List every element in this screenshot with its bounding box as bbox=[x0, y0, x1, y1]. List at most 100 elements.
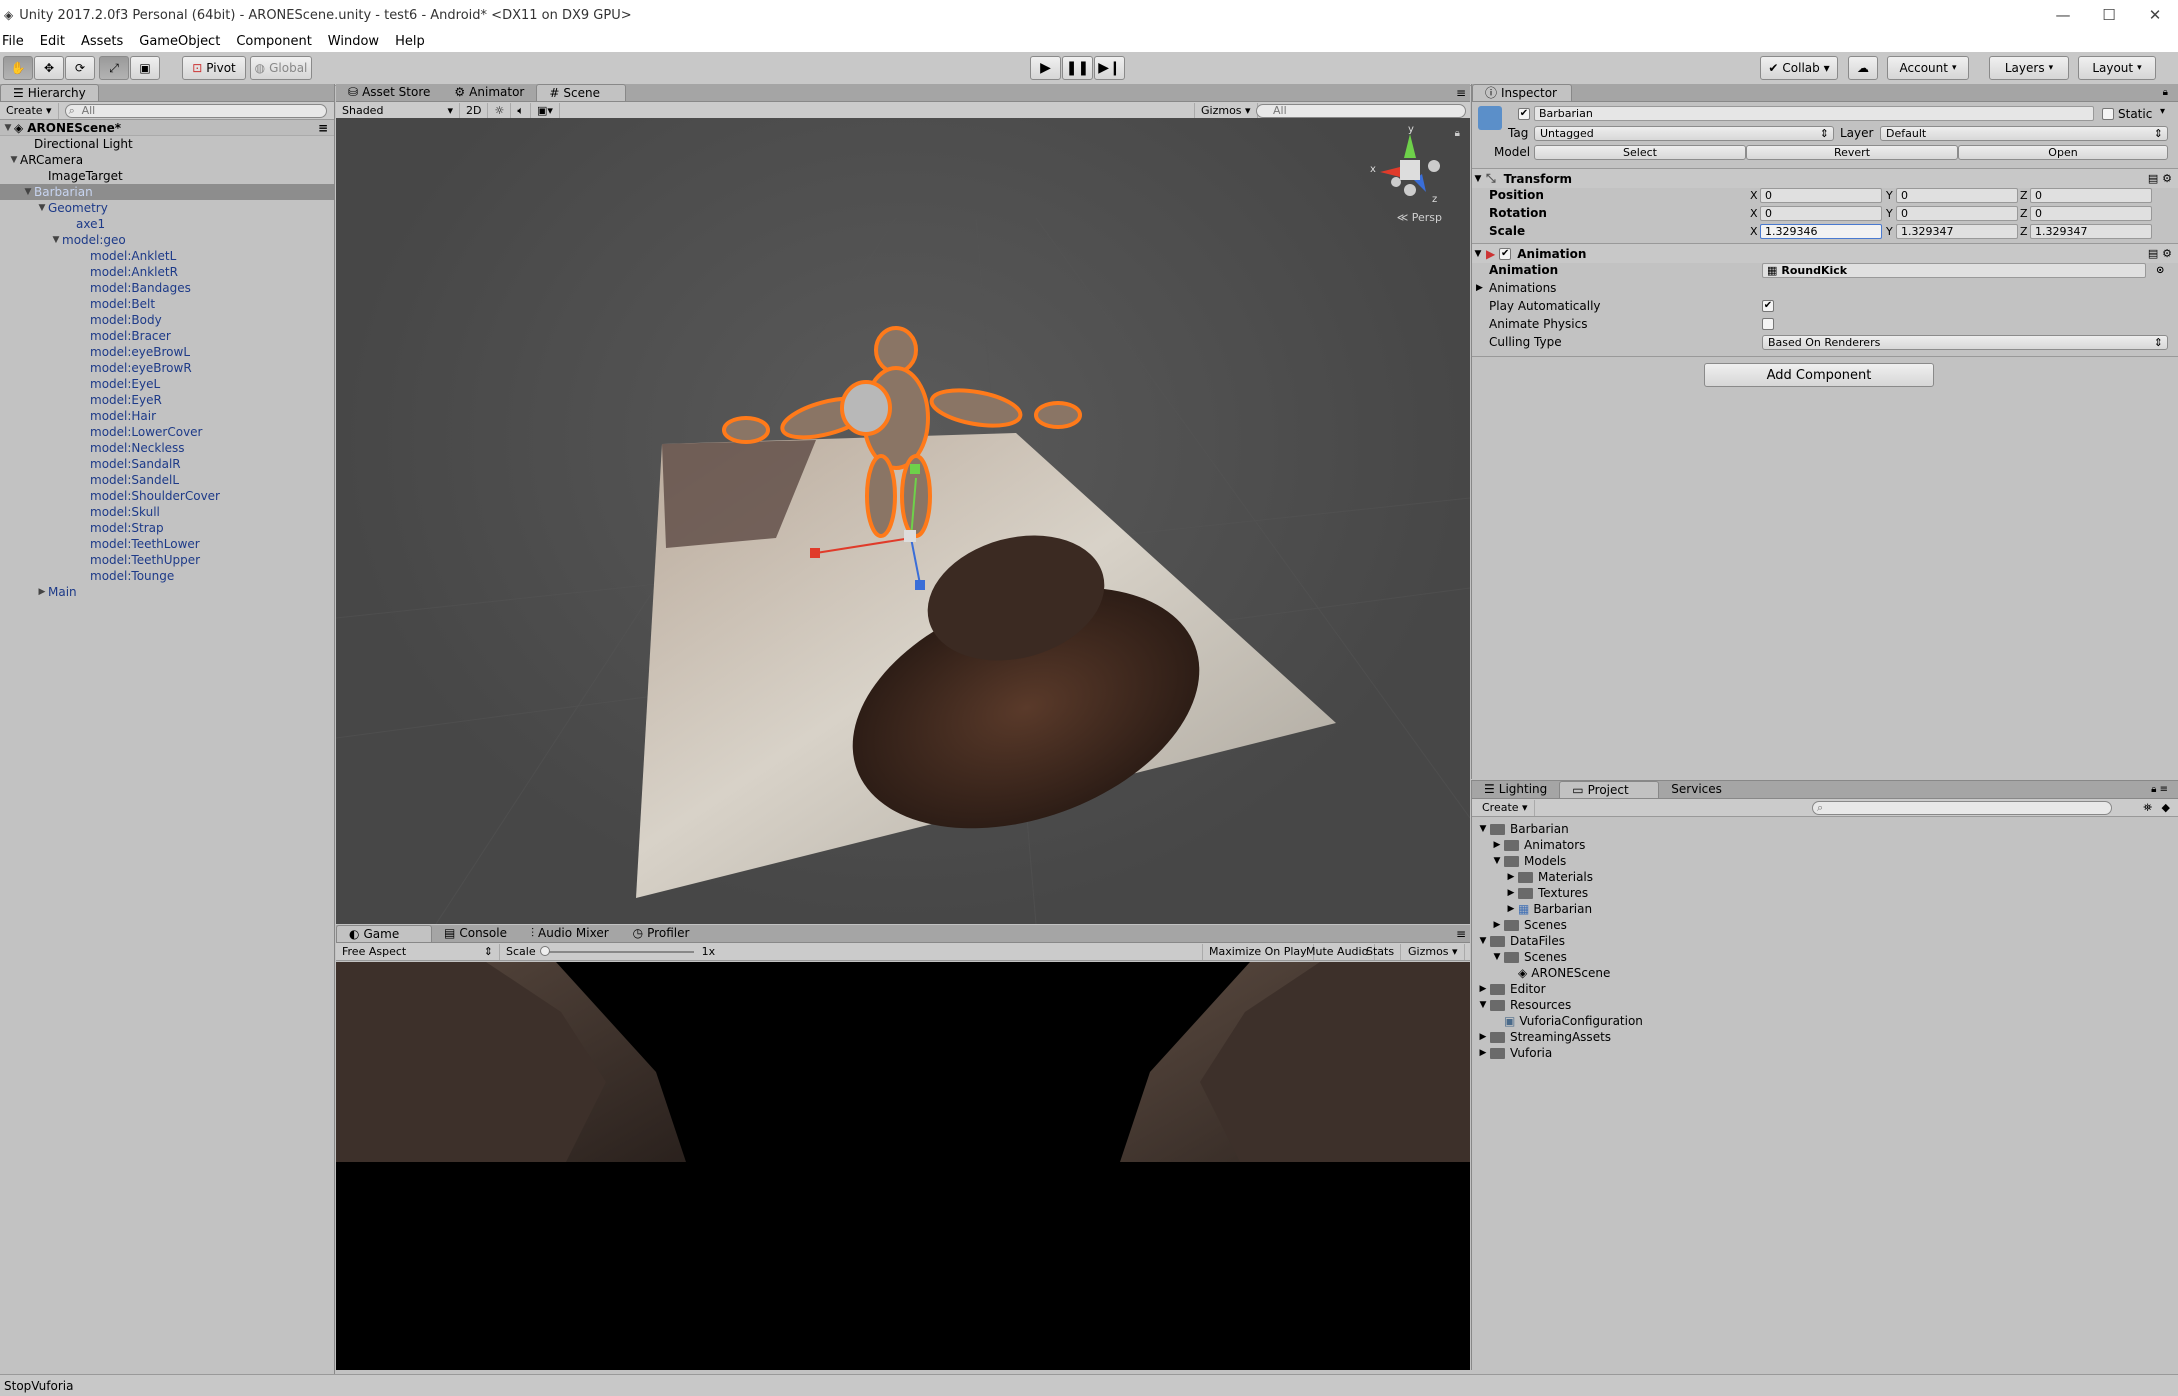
step-button[interactable]: ▶❙ bbox=[1094, 56, 1125, 80]
scene-search-input[interactable]: All bbox=[1256, 103, 1466, 118]
tab-inspector[interactable]: ⓘ Inspector bbox=[1472, 84, 1572, 101]
panel-menu-icon[interactable]: ≡ bbox=[1456, 86, 1470, 100]
project-item[interactable]: ▼ DataFiles bbox=[1472, 933, 2178, 949]
object-picker-icon[interactable]: ⊙ bbox=[2156, 265, 2164, 276]
project-item[interactable]: ▼ Scenes bbox=[1472, 949, 2178, 965]
filter-label-icon[interactable]: ◆ bbox=[2162, 801, 2170, 814]
tag-dropdown[interactable]: Untagged ⇕ bbox=[1534, 126, 1834, 141]
gizmos-dropdown[interactable]: Gizmos ▾ bbox=[1194, 102, 1258, 119]
hierarchy-item[interactable]: model:LowerCover bbox=[0, 424, 334, 440]
tab-lighting[interactable]: ☰ Lighting bbox=[1472, 781, 1559, 798]
active-checkbox[interactable]: ✔ bbox=[1518, 108, 1530, 120]
hierarchy-item[interactable]: ▼ Barbarian bbox=[0, 184, 334, 200]
foldout-arrow-icon[interactable]: ▼ bbox=[1490, 853, 1504, 869]
foldout-arrow-icon[interactable]: ▶ bbox=[1490, 837, 1504, 853]
hierarchy-item[interactable]: model:Hair bbox=[0, 408, 334, 424]
add-component-button[interactable]: Add Component bbox=[1704, 363, 1934, 387]
project-item[interactable]: ▶ Animators bbox=[1472, 837, 2178, 853]
foldout-arrow-icon[interactable]: ▼ bbox=[1476, 997, 1490, 1013]
transform-x-field[interactable]: 0 bbox=[1760, 205, 1882, 221]
layer-dropdown[interactable]: Default ⇕ bbox=[1880, 126, 2168, 141]
hierarchy-item[interactable]: model:Tounge bbox=[0, 568, 334, 584]
panel-menu-icon[interactable]: ≡ bbox=[1456, 927, 1470, 941]
scene-viewport[interactable]: y x z ≪ Persp 🔒︎ bbox=[336, 118, 1470, 924]
hierarchy-item[interactable]: axe1 bbox=[0, 216, 334, 232]
tab-profiler[interactable]: ◷ Profiler bbox=[621, 925, 702, 942]
project-search-input[interactable]: ⌕ bbox=[1812, 800, 2112, 815]
hand-tool-icon[interactable]: ✋ bbox=[3, 56, 33, 80]
static-dropdown-arrow-icon[interactable]: ▾ bbox=[2160, 106, 2165, 117]
hierarchy-item[interactable]: model:Skull bbox=[0, 504, 334, 520]
hierarchy-item[interactable]: model:ShoulderCover bbox=[0, 488, 334, 504]
tab-hierarchy[interactable]: ☰ Hierarchy bbox=[0, 84, 99, 101]
minimize-icon[interactable]: — bbox=[2040, 6, 2086, 24]
slider-thumb[interactable] bbox=[539, 945, 550, 956]
tab-game[interactable]: ◐ Game bbox=[336, 925, 432, 942]
hierarchy-item[interactable]: ▼ Geometry bbox=[0, 200, 334, 216]
rotate-tool-icon[interactable]: ⟳ bbox=[65, 56, 95, 80]
filter-type-icon[interactable]: ⛯ bbox=[2143, 801, 2152, 815]
y-handle[interactable] bbox=[910, 464, 920, 474]
layout-dropdown[interactable]: Layout ▾ bbox=[2078, 56, 2156, 80]
rect-tool-icon[interactable]: ▣ bbox=[130, 56, 160, 80]
project-item[interactable]: ▶ ▦ Barbarian bbox=[1472, 901, 2178, 917]
menu-gameobject[interactable]: GameObject bbox=[131, 34, 228, 49]
animation-header[interactable]: ▼ ▶ ✔ Animation ▤ ⚙ bbox=[1472, 243, 2178, 263]
foldout-arrow-icon[interactable]: ▶ bbox=[1504, 885, 1518, 901]
tab-console[interactable]: ▤ Console bbox=[432, 925, 519, 942]
foldout-arrow-icon[interactable]: ▶ bbox=[1504, 901, 1518, 917]
hierarchy-item[interactable]: model:Body bbox=[0, 312, 334, 328]
foldout-arrow-icon[interactable]: ▶ bbox=[1504, 869, 1518, 885]
audio-toggle-icon[interactable]: 🔈︎ bbox=[511, 102, 531, 119]
hierarchy-item[interactable]: ▼ model:geo bbox=[0, 232, 334, 248]
hierarchy-item[interactable]: model:SandelL bbox=[0, 472, 334, 488]
tab-asset-store[interactable]: ⛁ Asset Store bbox=[336, 84, 442, 101]
persp-label[interactable]: ≪ Persp bbox=[1397, 211, 1442, 224]
project-item[interactable]: ▣ VuforiaConfiguration bbox=[1472, 1013, 2178, 1029]
hierarchy-item[interactable]: model:Belt bbox=[0, 296, 334, 312]
object-name-field[interactable]: Barbarian bbox=[1534, 106, 2094, 121]
transform-z-field[interactable]: 0 bbox=[2030, 187, 2152, 203]
maximize-icon[interactable]: ☐ bbox=[2086, 6, 2132, 24]
game-gizmos-dropdown[interactable]: Gizmos ▾ bbox=[1402, 943, 1465, 960]
hierarchy-item[interactable]: model:SandalR bbox=[0, 456, 334, 472]
hierarchy-item[interactable]: ImageTarget bbox=[0, 168, 334, 184]
maximize-on-play-toggle[interactable]: Maximize On Play bbox=[1202, 943, 1314, 960]
light-toggle-icon[interactable]: ☼ bbox=[488, 102, 512, 119]
foldout-arrow-icon[interactable]: ▼ bbox=[1472, 174, 1484, 184]
scale-tool-icon[interactable]: ⤢ bbox=[99, 56, 129, 80]
menu-file[interactable]: File bbox=[0, 34, 32, 49]
lock-icon[interactable]: 🔒︎ ≡ bbox=[2151, 784, 2178, 795]
project-item[interactable]: ▼ Barbarian bbox=[1472, 821, 2178, 837]
pause-button[interactable]: ❚❚ bbox=[1062, 56, 1093, 80]
transform-x-field[interactable]: 1.329346 bbox=[1760, 223, 1882, 239]
move-tool-icon[interactable]: ✥ bbox=[34, 56, 64, 80]
scene-gizmo[interactable]: y x z bbox=[1370, 124, 1450, 210]
project-item[interactable]: ▶ Vuforia bbox=[1472, 1045, 2178, 1061]
hierarchy-item[interactable]: Directional Light bbox=[0, 136, 334, 152]
project-item[interactable]: ◈ ARONEScene bbox=[1472, 965, 2178, 981]
foldout-arrow-icon[interactable]: ▼ bbox=[22, 184, 34, 200]
hierarchy-item[interactable]: ▶ Main bbox=[0, 584, 334, 600]
create-dropdown[interactable]: Create ▾ bbox=[0, 102, 59, 119]
hierarchy-item[interactable]: model:TeethLower bbox=[0, 536, 334, 552]
hierarchy-item[interactable]: model:Strap bbox=[0, 520, 334, 536]
lock-icon[interactable]: 🔒︎ bbox=[2163, 87, 2178, 98]
collapse-arrow-icon[interactable]: ▼ bbox=[2, 120, 14, 136]
component-settings-icon[interactable]: ▤ ⚙ bbox=[2148, 247, 2178, 260]
expand-arrow-icon[interactable]: ▶ bbox=[1476, 283, 1483, 293]
cloud-button[interactable]: ☁ bbox=[1848, 56, 1878, 80]
transform-z-field[interactable]: 1.329347 bbox=[2030, 223, 2152, 239]
menu-edit[interactable]: Edit bbox=[32, 34, 73, 49]
z-handle[interactable] bbox=[915, 580, 925, 590]
foldout-arrow-icon[interactable]: ▼ bbox=[1476, 821, 1490, 837]
animation-enabled-checkbox[interactable]: ✔ bbox=[1499, 247, 1512, 260]
tab-services[interactable]: Services bbox=[1659, 781, 1734, 798]
project-item[interactable]: ▶ Scenes bbox=[1472, 917, 2178, 933]
tab-audio-mixer[interactable]: ⫶ Audio Mixer bbox=[519, 925, 621, 942]
transform-y-field[interactable]: 1.329347 bbox=[1896, 223, 2018, 239]
menu-icon[interactable]: ≡ bbox=[318, 120, 334, 136]
project-item[interactable]: ▼ Models bbox=[1472, 853, 2178, 869]
foldout-arrow-icon[interactable]: ▼ bbox=[1490, 949, 1504, 965]
play-button[interactable]: ▶ bbox=[1030, 56, 1061, 80]
